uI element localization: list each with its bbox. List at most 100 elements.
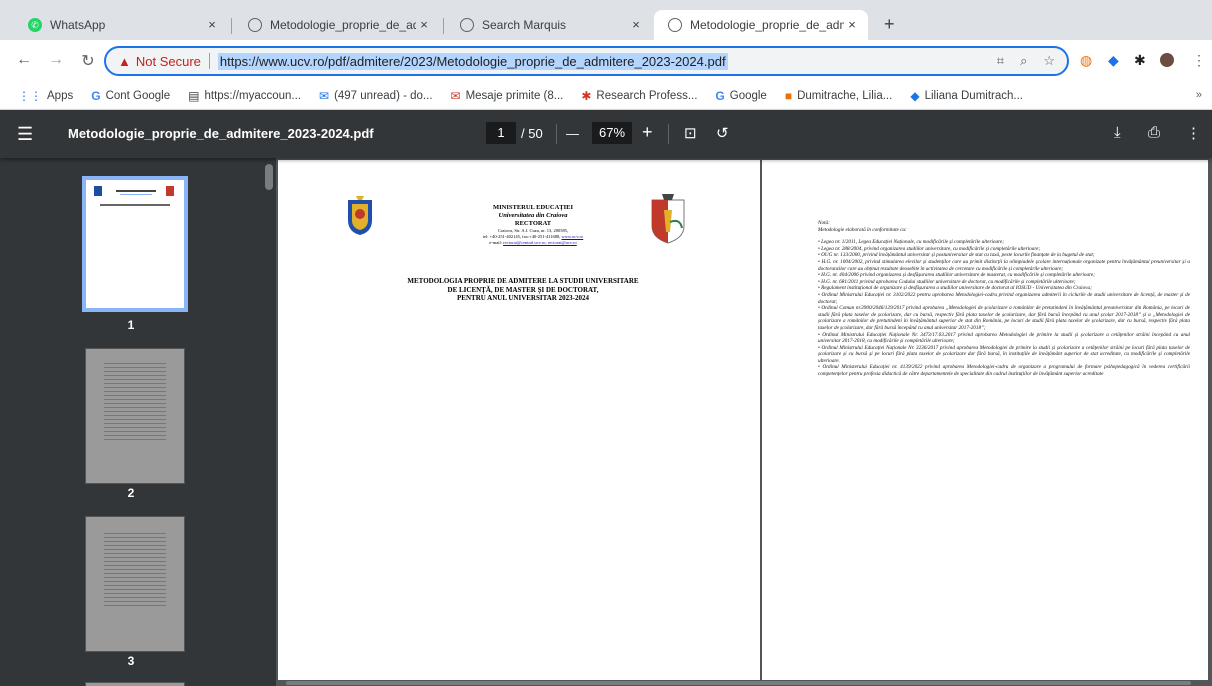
note-subtitle: Metodologie elaborată în conformitate cu… (818, 226, 907, 233)
bookmark-apps[interactable]: ⋮⋮ Apps (18, 89, 73, 103)
email-label: e-mail: (489, 240, 502, 245)
security-status[interactable]: Not Secure (136, 54, 201, 69)
sidebar-scrollbar[interactable] (262, 158, 276, 686)
document-heading: METODOLOGIA PROPRIE DE ADMITERE LA STUDI… (368, 277, 678, 303)
horizontal-scrollbar[interactable] (276, 680, 1212, 686)
page-number-input[interactable]: 1 (486, 122, 516, 144)
toolbar-separator (556, 124, 557, 144)
mail-icon: ✉ (319, 88, 330, 103)
toolbar-separator (668, 124, 669, 144)
legal-reference: • Ordinul Ministrului Educației Național… (818, 331, 1190, 345)
url-text[interactable]: https://www.ucv.ro/pdf/admitere/2023/Met… (217, 52, 728, 70)
globe-icon (248, 18, 262, 32)
puzzle-icon[interactable]: ✱ (1134, 52, 1146, 69)
logo-icon (166, 186, 174, 196)
more-bookmarks-button[interactable]: » (1196, 89, 1202, 101)
bookmark-icon: ◆ (910, 88, 920, 103)
print-icon[interactable]: ⎙ (1148, 124, 1160, 141)
menu-icon[interactable]: ☰ (17, 124, 33, 145)
star-icon: ✱ (581, 88, 592, 103)
bookmark-star-icon[interactable]: ☆ (1043, 53, 1055, 69)
apps-grid-icon: ⋮⋮ (18, 88, 42, 103)
thumbnail-page-4[interactable] (85, 682, 185, 686)
browser-toolbar: ← → ↻ ▲ Not Secure https://www.ucv.ro/pd… (0, 40, 1212, 82)
zoom-input[interactable]: 67% (592, 122, 632, 144)
menu-icon[interactable]: ⋮ (1192, 52, 1206, 69)
heading-line: METODOLOGIA PROPRIE DE ADMITERE LA STUDI… (407, 277, 639, 285)
extension-icon[interactable]: ◆ (1108, 52, 1119, 69)
coat-of-arms-icon (348, 196, 372, 235)
email-link[interactable]: rectorat@central.ucv.ro; rectorat@ucv.ro (503, 240, 577, 245)
legal-reference: • Regulament instituțional de organizare… (818, 285, 1092, 292)
crest-icon (94, 186, 102, 196)
bookmark-mesaje[interactable]: ✉ Mesaje primite (8... (451, 89, 564, 103)
bookmark-research[interactable]: ✱ Research Profess... (581, 89, 697, 103)
thumbnail-number: 2 (127, 486, 135, 500)
avatar[interactable] (1160, 53, 1174, 67)
thumbnail-number: 3 (127, 654, 135, 668)
thumbnail-page-3[interactable] (85, 516, 185, 652)
tab-metodologie-active[interactable]: Metodologie_proprie_de_adm × (654, 10, 868, 40)
zoom-in-button[interactable]: + (642, 122, 653, 143)
scrollbar-thumb[interactable] (265, 164, 273, 190)
bookmark-liliana[interactable]: ◆ Liliana Dumitrach... (910, 89, 1023, 103)
download-icon[interactable]: ⤓ (1114, 124, 1121, 141)
more-icon[interactable]: ⋮ (1186, 124, 1201, 142)
legal-reference: • Ordinul Comun nr.3900/2046/129/2017 pr… (818, 305, 1190, 331)
globe-icon (668, 18, 682, 32)
thumb-text-lines (104, 533, 166, 609)
thumb-text-lines (104, 363, 166, 443)
contact-text: tel: +40-251-402145, fax:+40-251-411688, (482, 234, 561, 239)
bookmarks-bar: ⋮⋮ Apps G Cont Google ▤ https://myaccoun...… (0, 82, 1212, 110)
zoom-icon[interactable]: ⌕ (1020, 53, 1027, 69)
document-area: MINISTERUL EDUCAȚIEI Universitatea din C… (276, 158, 1212, 686)
extension-icon[interactable]: ◍ (1080, 52, 1092, 69)
bookmark-dumitrache[interactable]: ■ Dumitrache, Lilia... (785, 89, 892, 103)
close-icon[interactable]: × (844, 17, 860, 33)
letterhead: MINISTERUL EDUCAȚIEI Universitatea din C… (428, 204, 638, 246)
reload-button[interactable]: ↻ (78, 51, 98, 71)
heading-line: DE LICENȚĂ, DE MASTER ȘI DE DOCTORAT, (447, 285, 599, 294)
thumbnail-page-2[interactable] (85, 348, 185, 484)
warning-icon: ▲ (118, 53, 131, 69)
legal-reference: • H.G. nr. 1004/2002, privind stimularea… (818, 258, 1190, 272)
legal-reference: • Ordinul Ministrului Educației Național… (818, 344, 1190, 364)
whatsapp-icon: ✆ (28, 18, 42, 32)
website-link[interactable]: www.ucv.ro (562, 234, 584, 239)
tab-metodologie-1[interactable]: Metodologie_proprie_de_adm × (234, 10, 440, 40)
page-2-content: Notă: Metodologie elaborată în conformit… (818, 220, 1190, 378)
pdf-page-1: MINISTERUL EDUCAȚIEI Universitatea din C… (278, 160, 760, 684)
back-button[interactable]: ← (14, 51, 34, 69)
mail-icon: ✉ (450, 88, 461, 103)
bookmark-label: Google (729, 89, 767, 102)
forward-button[interactable]: → (46, 51, 66, 69)
zoom-out-button[interactable]: — (566, 126, 579, 141)
thumbnail-sidebar: 1 2 3 (0, 158, 262, 686)
google-icon: G (91, 88, 101, 103)
bookmark-label: Mesaje primite (8... (465, 89, 564, 102)
close-icon[interactable]: × (204, 17, 220, 33)
tab-label: Metodologie_proprie_de_adm (270, 18, 416, 32)
bookmark-myaccount[interactable]: ▤ https://myaccoun... (188, 89, 301, 103)
bookmark-label: Dumitrache, Lilia... (797, 89, 893, 102)
tab-label: WhatsApp (50, 18, 106, 32)
new-tab-button[interactable]: + (884, 14, 895, 35)
fit-page-icon[interactable]: ⊡ (684, 124, 697, 142)
close-icon[interactable]: × (628, 17, 644, 33)
bookmark-cont-google[interactable]: G Cont Google (91, 89, 170, 103)
pdf-page-2: Notă: Metodologie elaborată în conformit… (762, 160, 1208, 684)
legal-reference: • Legea nr. 1/2011, Legea Educației Nați… (818, 239, 1004, 246)
tab-search-marquis[interactable]: Search Marquis × (446, 10, 652, 40)
scrollbar-thumb[interactable] (286, 681, 1191, 685)
tab-whatsapp[interactable]: ✆ WhatsApp × (14, 10, 228, 40)
close-icon[interactable]: × (416, 17, 432, 33)
address-bar[interactable]: ▲ Not Secure https://www.ucv.ro/pdf/admi… (104, 46, 1069, 76)
university-name: Universitatea din Craiova (498, 212, 568, 219)
legal-reference: • H.G. nr. 404/2006 privind organizarea … (818, 272, 1095, 279)
thumbnail-number: 1 (127, 318, 135, 332)
rotate-icon[interactable]: ↺ (716, 124, 729, 142)
bookmark-unread[interactable]: ✉ (497 unread) - do... (319, 89, 433, 103)
bookmark-google[interactable]: G Google (715, 89, 766, 103)
thumbnail-page-1[interactable] (82, 176, 188, 312)
qr-code-icon[interactable]: ⌗ (997, 53, 1004, 69)
